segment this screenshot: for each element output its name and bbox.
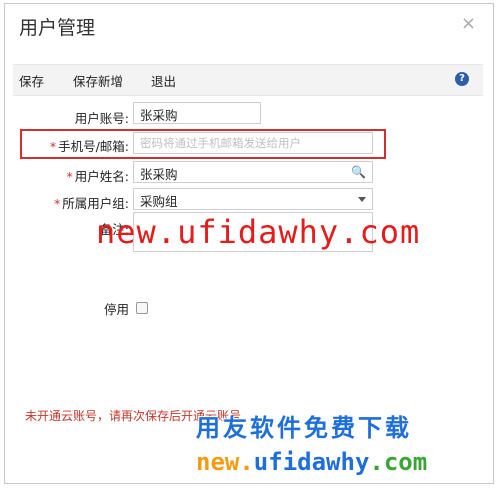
account-field[interactable]: 张采购 xyxy=(133,102,261,124)
disabled-label: 停用 xyxy=(103,302,129,317)
phone-email-input[interactable]: 密码将通过手机邮箱发送给用户 xyxy=(133,132,373,154)
watermark-slogan: 用友软件免费下载 xyxy=(196,414,412,442)
phone-email-label-text: 手机号/邮箱: xyxy=(58,139,129,154)
watermark-url-part: .com xyxy=(369,448,428,476)
user-name-field[interactable]: 张采购 🔍 xyxy=(133,161,373,183)
watermark-url-color: new.ufidawhy.com xyxy=(196,448,427,476)
dialog-title: 用户管理 xyxy=(19,17,96,39)
save-new-button[interactable]: 保存新增 xyxy=(73,71,123,90)
required-star: * xyxy=(54,196,61,211)
help-icon[interactable]: ? xyxy=(455,72,469,86)
exit-button[interactable]: 退出 xyxy=(151,71,176,90)
toolbar: 保存 保存新增 退出 ? xyxy=(13,64,483,96)
user-name-label-text: 用户姓名: xyxy=(74,169,129,184)
close-icon[interactable]: × xyxy=(461,13,476,34)
user-name-label: * 用户姓名: xyxy=(67,166,129,185)
user-name-value: 张采购 xyxy=(140,167,178,182)
watermark-url-part: new. xyxy=(196,448,254,476)
user-group-value: 采购组 xyxy=(140,194,178,209)
search-icon[interactable]: 🔍 xyxy=(351,165,366,179)
save-button[interactable]: 保存 xyxy=(19,71,44,90)
required-star: * xyxy=(49,139,57,154)
chevron-down-icon[interactable] xyxy=(358,197,366,202)
user-group-select[interactable]: 采购组 xyxy=(133,188,373,210)
user-group-label: * 所属用户组: xyxy=(54,193,129,212)
phone-email-label: * 手机号/邮箱: xyxy=(50,136,129,155)
required-star: * xyxy=(66,169,73,184)
disabled-checkbox[interactable] xyxy=(136,302,148,314)
watermark-url-part: ufidawhy xyxy=(253,448,370,476)
dialog-titlebar: 用户管理 × xyxy=(5,4,493,46)
watermark-url-red: new.ufidawhy.com xyxy=(96,213,421,251)
account-label: 用户账号: xyxy=(74,111,129,126)
user-group-label-text: 所属用户组: xyxy=(62,196,129,211)
